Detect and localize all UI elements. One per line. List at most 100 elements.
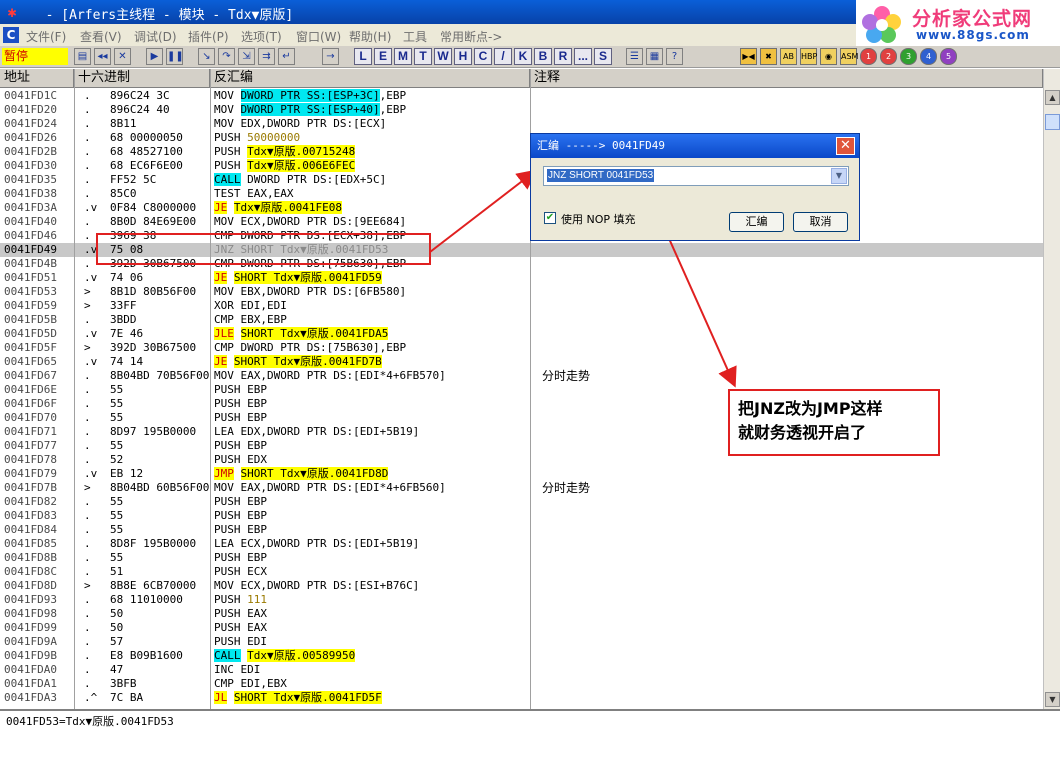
code-row[interactable]: 0041FD46. 3969 38 CMP DWORD PTR DS:[ECX+38… — [0, 229, 1043, 243]
rewind-icon[interactable]: ◂◂ — [94, 48, 111, 65]
plugin-3-icon[interactable]: 3 — [900, 48, 917, 65]
open-file-icon[interactable]: ▤ — [74, 48, 91, 65]
toolbar-btn-e[interactable]: E — [374, 48, 392, 65]
code-row[interactable]: 0041FD99. 50 PUSH EAX — [0, 621, 1043, 635]
menu-help[interactable]: 帮助(H) — [349, 28, 391, 45]
assemble-input-value[interactable]: JNZ SHORT 0041FD53 — [547, 169, 655, 182]
assemble-input[interactable]: JNZ SHORT 0041FD53 ▼ — [543, 166, 849, 186]
menu-plugins[interactable]: 插件(P) — [188, 28, 229, 45]
code-row[interactable]: 0041FD26. 68 00000050 PUSH 50000000 — [0, 131, 1043, 145]
code-row[interactable]: 0041FD79 .v EB 12 JMP SHORT Tdx▼原版.0041FD8D — [0, 467, 1043, 481]
code-row[interactable]: 0041FD65 .v 74 14 JE SHORT Tdx▼原版.0041FD7B — [0, 355, 1043, 369]
code-row[interactable]: 0041FD8C. 51 PUSH ECX — [0, 565, 1043, 579]
scroll-down-icon[interactable]: ▼ — [1045, 692, 1060, 707]
column-header-hex[interactable]: 十六进制 — [74, 69, 210, 88]
help-icon[interactable]: ? — [666, 48, 683, 65]
code-row[interactable]: 0041FDA1. 3BFB CMP EDI,EBX — [0, 677, 1043, 691]
toolbar-btn-t[interactable]: T — [414, 48, 432, 65]
menu-debug[interactable]: 调试(D) — [134, 28, 177, 45]
menu-options[interactable]: 选项(T) — [241, 28, 282, 45]
app-bug-icon[interactable]: ✱ — [3, 3, 21, 21]
code-row[interactable]: 0041FD85. 8D8F 195B0000 LEA ECX,DWORD PTR … — [0, 537, 1043, 551]
selected-code-row[interactable]: 0041FD49 .v 75 08 JNZ SHORT Tdx▼原版.0041FD53 — [0, 243, 1043, 257]
code-row[interactable]: 0041FD51 .v 74 06 JE SHORT Tdx▼原版.0041FD59 — [0, 271, 1043, 285]
menu-tools[interactable]: 工具 — [403, 28, 427, 45]
code-row[interactable]: 0041FD8B. 55 PUSH EBP — [0, 551, 1043, 565]
code-row[interactable]: 0041FD9B. E8 B09B1600 CALL Tdx▼原版.00589950 — [0, 649, 1043, 663]
code-row[interactable]: 0041FD5D .v 7E 46 JLE SHORT Tdx▼原版.0041FDA5 — [0, 327, 1043, 341]
run-icon[interactable]: ▶ — [146, 48, 163, 65]
step-over-icon[interactable]: ↷ — [218, 48, 235, 65]
code-row[interactable]: 0041FD7B >8B04BD 60B56F00 MOV EAX,DWORD PT… — [0, 481, 1043, 495]
scroll-up-icon[interactable]: ▲ — [1045, 90, 1060, 105]
code-row[interactable]: 0041FD5F >392D 30B67500 CMP DWORD PTR DS:[… — [0, 341, 1043, 355]
trace-into-icon[interactable]: ⇲ — [238, 48, 255, 65]
code-row[interactable]: 0041FD67. 8B04BD 70B56F00 MOV EAX,DWORD PT… — [0, 369, 1043, 383]
toolbar-btn-s[interactable]: S — [594, 48, 612, 65]
assemble-button[interactable]: 汇编 — [729, 212, 784, 232]
vertical-scrollbar[interactable]: ▲ ▼ — [1043, 69, 1060, 709]
column-header-comment[interactable]: 注释 — [530, 69, 1043, 88]
menu-view[interactable]: 查看(V) — [80, 28, 122, 45]
menu-window[interactable]: 窗口(W) — [296, 28, 341, 45]
code-row[interactable]: 0041FD9A. 57 PUSH EDI — [0, 635, 1043, 649]
column-header-address[interactable]: 地址 — [0, 69, 74, 88]
plugin-5-icon[interactable]: 5 — [940, 48, 957, 65]
code-row[interactable]: 0041FD1C. 896C24 3C MOV DWORD PTR SS:[ESP+… — [0, 89, 1043, 103]
toolbar-btn-ellipsis[interactable]: ... — [574, 48, 592, 65]
toolbar-btn-k[interactable]: K — [514, 48, 532, 65]
code-row[interactable]: 0041FD35. FF52 5C CALL DWORD PTR DS:[EDX+5… — [0, 173, 1043, 187]
step-into-icon[interactable]: ↘ — [198, 48, 215, 65]
toolbar-btn-m[interactable]: M — [394, 48, 412, 65]
plugin-hbp-icon[interactable]: HBP — [800, 48, 817, 65]
code-row[interactable]: 0041FD59 >33FF XOR EDI,EDI — [0, 299, 1043, 313]
pause-icon[interactable]: ❚❚ — [166, 48, 184, 65]
code-row[interactable]: 0041FD8D >8B8E 6CB70000 MOV ECX,DWORD PTR … — [0, 579, 1043, 593]
plugin-1-icon[interactable]: 1 — [860, 48, 877, 65]
grid-icon[interactable]: ▦ — [646, 48, 663, 65]
plugin-4-icon[interactable]: 4 — [920, 48, 937, 65]
code-row[interactable]: 0041FD3A .v 0F84 C8000000 JE Tdx▼原版.0041FE0… — [0, 201, 1043, 215]
code-row[interactable]: 0041FD4B. 392D 30B67500 CMP DWORD PTR DS:[… — [0, 257, 1043, 271]
code-row[interactable]: 0041FD20. 896C24 40 MOV DWORD PTR SS:[ESP+… — [0, 103, 1043, 117]
scroll-thumb[interactable] — [1045, 114, 1060, 130]
nop-fill-label[interactable]: 使用 NOP 填充 — [561, 211, 636, 227]
code-row[interactable]: 0041FDA0. 47 INC EDI — [0, 663, 1043, 677]
code-row[interactable]: 0041FD40. 8B0D 84E69E00 MOV ECX,DWORD PTR … — [0, 215, 1043, 229]
cancel-button[interactable]: 取消 — [793, 212, 848, 232]
execute-till-return-icon[interactable]: ↵ — [278, 48, 295, 65]
cpu-window-icon[interactable]: C — [3, 27, 19, 43]
code-row[interactable]: 0041FD84. 55 PUSH EBP — [0, 523, 1043, 537]
code-row[interactable]: 0041FD24. 8B11 MOV EDX,DWORD PTR DS:[ECX] — [0, 117, 1043, 131]
toolbar-btn-slash[interactable]: / — [494, 48, 512, 65]
close-program-icon[interactable]: ✕ — [114, 48, 131, 65]
plugin-asm-icon[interactable]: ASM — [840, 48, 858, 65]
code-row[interactable]: 0041FD5B. 3BDD CMP EBX,EBP — [0, 313, 1043, 327]
plugin-eye-icon[interactable]: ◉ — [820, 48, 837, 65]
plugin-ab-icon[interactable]: AB — [780, 48, 797, 65]
list-icon[interactable]: ☰ — [626, 48, 643, 65]
chevron-down-icon[interactable]: ▼ — [831, 168, 847, 184]
toolbar-btn-c[interactable]: C — [474, 48, 492, 65]
toolbar-btn-w[interactable]: W — [434, 48, 452, 65]
code-row[interactable]: 0041FD53 >8B1D 80B56F00 MOV EBX,DWORD PTR … — [0, 285, 1043, 299]
menu-file[interactable]: 文件(F) — [26, 28, 66, 45]
code-row[interactable]: 0041FDA3 .^ 7C BA JL SHORT Tdx▼原版.0041FD5F — [0, 691, 1043, 705]
toolbar-btn-h[interactable]: H — [454, 48, 472, 65]
toolbar-btn-b[interactable]: B — [534, 48, 552, 65]
toolbar-btn-r[interactable]: R — [554, 48, 572, 65]
plugin-a-icon[interactable]: ▶◀ — [740, 48, 757, 65]
code-row[interactable]: 0041FD38. 85C0 TEST EAX,EAX — [0, 187, 1043, 201]
menu-breakpoints[interactable]: 常用断点-> — [440, 28, 502, 45]
toolbar-btn-l[interactable]: L — [354, 48, 372, 65]
code-row[interactable]: 0041FD82. 55 PUSH EBP — [0, 495, 1043, 509]
nop-fill-checkbox[interactable]: ✔ — [544, 212, 556, 224]
plugin-2-icon[interactable]: 2 — [880, 48, 897, 65]
plugin-b-icon[interactable]: ✖ — [760, 48, 777, 65]
code-row[interactable]: 0041FD83. 55 PUSH EBP — [0, 509, 1043, 523]
code-row[interactable]: 0041FD2B. 68 48527100 PUSH Tdx▼原版.00715248 — [0, 145, 1043, 159]
code-row[interactable]: 0041FD98. 50 PUSH EAX — [0, 607, 1043, 621]
trace-over-icon[interactable]: ⇉ — [258, 48, 275, 65]
column-header-disasm[interactable]: 反汇编 — [210, 69, 530, 88]
code-row[interactable]: 0041FD30. 68 EC6F6E00 PUSH Tdx▼原版.006E6FEC — [0, 159, 1043, 173]
